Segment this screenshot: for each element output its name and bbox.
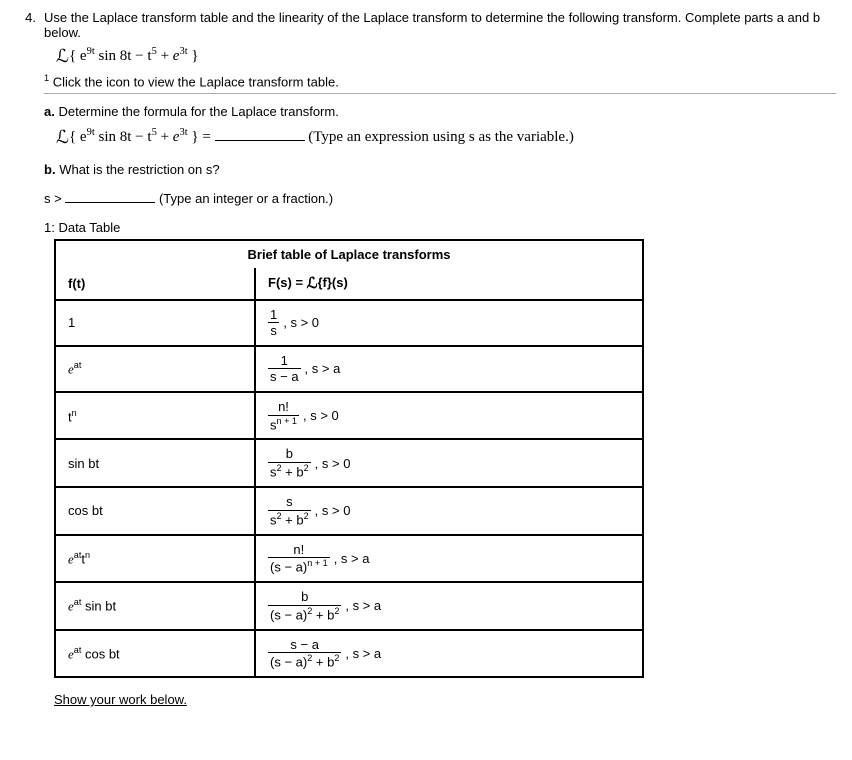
question-expression: ℒ{ e9t sin 8t − t5 + e3t } (44, 40, 836, 73)
table-col1: f(t) (55, 268, 255, 300)
table-title: Brief table of Laplace transforms (55, 240, 643, 268)
F-of-s-cell: 1s − a, s > a (255, 346, 643, 392)
footnote-link[interactable]: Click the icon to view the Laplace trans… (53, 74, 339, 89)
f-of-t-cell: eat sin bt (55, 582, 255, 630)
table-row: eattnn!(s − a)n + 1, s > a (55, 535, 643, 583)
part-a-prompt: Determine the formula for the Laplace tr… (58, 104, 338, 119)
f-of-t-cell: eat cos bt (55, 630, 255, 678)
part-a-label: a. (44, 104, 55, 119)
part-b-label: b. (44, 162, 56, 177)
data-table-label: 1: Data Table (44, 220, 836, 235)
F-of-s-cell: s − a(s − a)2 + b2, s > a (255, 630, 643, 678)
table-row: sin btbs2 + b2, s > 0 (55, 439, 643, 487)
F-of-s-cell: ss2 + b2, s > 0 (255, 487, 643, 535)
part-b-prompt: What is the restriction on s? (59, 162, 219, 177)
table-row: eat sin btb(s − a)2 + b2, s > a (55, 582, 643, 630)
table-row: 11s, s > 0 (55, 300, 643, 346)
F-of-s-cell: b(s − a)2 + b2, s > a (255, 582, 643, 630)
laplace-table: Brief table of Laplace transforms f(t) F… (54, 239, 644, 678)
part-a-answer-input[interactable] (215, 127, 305, 141)
f-of-t-cell: eat (55, 346, 255, 392)
table-row: eat cos bts − a(s − a)2 + b2, s > a (55, 630, 643, 678)
part-a-hint: (Type an expression using s as the varia… (308, 129, 574, 145)
F-of-s-cell: bs2 + b2, s > 0 (255, 439, 643, 487)
table-row: tnn!sn + 1, s > 0 (55, 392, 643, 440)
question-number: 4. (16, 10, 36, 707)
f-of-t-cell: 1 (55, 300, 255, 346)
question-text: Use the Laplace transform table and the … (44, 10, 836, 40)
f-of-t-cell: cos bt (55, 487, 255, 535)
f-of-t-cell: tn (55, 392, 255, 440)
table-col2: F(s) = ℒ{f}(s) (255, 268, 643, 300)
f-of-t-cell: eattn (55, 535, 255, 583)
part-b-hint: (Type an integer or a fraction.) (159, 191, 333, 206)
F-of-s-cell: 1s, s > 0 (255, 300, 643, 346)
part-a-lhs: { e9t sin 8t − t5 + e3t } = (69, 129, 211, 145)
table-row: eat1s − a, s > a (55, 346, 643, 392)
part-b-answer-input[interactable] (65, 189, 155, 203)
show-work-link[interactable]: Show your work below. (54, 692, 187, 707)
part-b-lhs: s > (44, 191, 62, 206)
table-row: cos btss2 + b2, s > 0 (55, 487, 643, 535)
f-of-t-cell: sin bt (55, 439, 255, 487)
footnote: 1 Click the icon to view the Laplace tra… (44, 73, 836, 89)
F-of-s-cell: n!sn + 1, s > 0 (255, 392, 643, 440)
F-of-s-cell: n!(s − a)n + 1, s > a (255, 535, 643, 583)
